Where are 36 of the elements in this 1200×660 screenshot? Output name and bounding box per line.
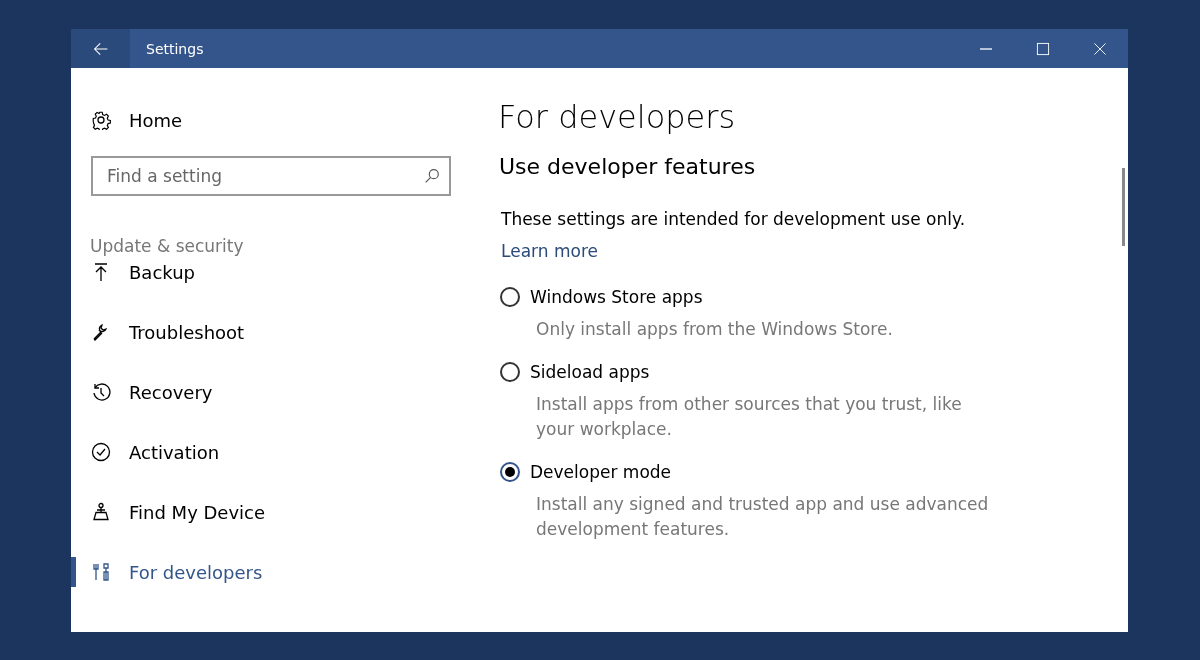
sidebar-item[interactable]: Troubleshoot	[71, 302, 470, 362]
description-text: These settings are intended for development use only.	[501, 209, 967, 229]
radio-option[interactable]: Sideload apps	[498, 362, 650, 382]
search-icon	[423, 167, 441, 185]
radio-button[interactable]	[500, 287, 520, 307]
sidebar-item[interactable]: Activation	[71, 422, 470, 482]
radio-button[interactable]	[500, 462, 520, 482]
window-title: Settings	[146, 40, 205, 57]
sidebar-item[interactable]: Find My Device	[71, 482, 470, 542]
sidebar-item[interactable]: Recovery	[71, 362, 470, 422]
back-button[interactable]	[71, 29, 130, 68]
radio-button[interactable]	[500, 362, 520, 382]
close-icon	[1092, 41, 1107, 56]
radio-option[interactable]: Developer mode	[498, 462, 672, 482]
home-link[interactable]: Home	[71, 106, 189, 134]
history-clock-icon	[91, 382, 111, 402]
sidebar-item[interactable]: Backup	[71, 256, 470, 288]
section-heading: Use developer features	[499, 154, 757, 179]
option-description: Install any signed and trusted app and use advanced development features.	[536, 493, 990, 541]
radio-option[interactable]: Windows Store apps	[498, 287, 703, 307]
learn-more-link[interactable]: Learn more	[501, 241, 598, 261]
section-heading: Update & security	[90, 236, 245, 256]
option-description: Only install apps from the Windows Store.	[536, 318, 894, 341]
settings-icon	[91, 110, 111, 130]
maximize-icon	[1035, 41, 1050, 56]
check-circle-icon	[91, 442, 111, 462]
scrollbar[interactable]	[1122, 168, 1125, 246]
page-title: For developers	[498, 98, 737, 136]
search-field[interactable]: Find a setting	[91, 156, 451, 196]
tools-icon	[91, 562, 111, 582]
sidebar-item[interactable]: For developers	[71, 542, 470, 602]
option-description: Install apps from other sources that you trust, like your workplace.	[536, 393, 963, 441]
minimize-icon	[979, 47, 992, 50]
person-pedestal-icon	[91, 502, 111, 522]
selection-indicator	[71, 557, 76, 587]
back-arrow-icon	[92, 40, 109, 57]
